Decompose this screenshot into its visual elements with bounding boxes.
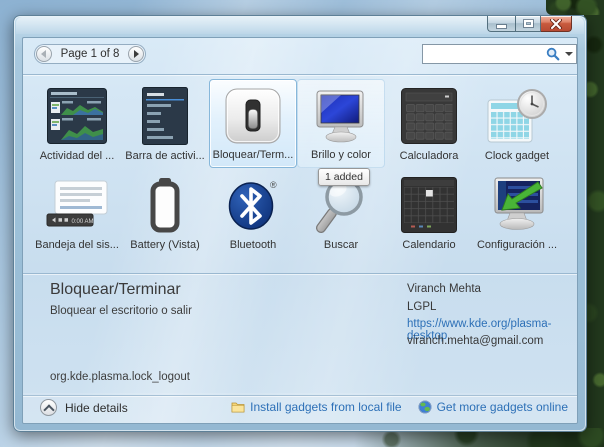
footer-bar: Hide details Install gadgets from local … xyxy=(23,393,577,423)
search-input[interactable] xyxy=(423,46,544,62)
details-email: viranch.mehta@gmail.com xyxy=(407,335,543,347)
gadget-label: Clock gadget xyxy=(485,150,549,162)
calendar-grid-icon xyxy=(401,171,457,239)
wallpaper-foliage-top xyxy=(546,0,604,15)
clock-gadget-icon xyxy=(486,82,548,150)
lock-logout-icon xyxy=(224,83,282,149)
gadget-cell-brillo-y-color[interactable]: Brillo y color xyxy=(297,79,385,168)
gadget-label: Bandeja del sis... xyxy=(35,239,119,251)
gadget-cell-actividad-del[interactable]: Actividad del ... xyxy=(33,79,121,168)
gadget-cell-battery-vista[interactable]: Battery (Vista) xyxy=(121,168,209,257)
details-panel: Bloquear/Terminar Bloquear el escritorio… xyxy=(23,274,577,395)
gadget-cell-barra-de-actividades[interactable]: Barra de activi... xyxy=(121,79,209,168)
gadget-label: Calendario xyxy=(402,239,455,251)
gadget-label: Battery (Vista) xyxy=(130,239,200,251)
chevron-down-icon xyxy=(565,52,573,56)
tray-clock-text: 0:00 AM xyxy=(72,219,94,225)
get-more-online-link[interactable]: Get more gadgets online xyxy=(437,400,568,414)
added-count-badge: 1 added xyxy=(318,168,370,186)
search-icon xyxy=(546,47,560,61)
registered-trademark: ® xyxy=(270,180,277,190)
gadget-label: Buscar xyxy=(324,239,358,251)
arrow-right-icon xyxy=(134,50,139,58)
system-settings-icon xyxy=(486,171,548,239)
close-icon xyxy=(550,19,562,29)
gadget-cell-buscar[interactable]: 1 added Buscar xyxy=(297,168,385,257)
search-button[interactable] xyxy=(544,47,561,61)
minimize-button[interactable] xyxy=(487,16,515,32)
system-tray-icon: 0:00 AM xyxy=(46,171,108,239)
maximize-button[interactable] xyxy=(515,16,541,32)
details-plugin-id: org.kde.plasma.lock_logout xyxy=(50,371,190,383)
search-options-dropdown[interactable] xyxy=(561,52,576,56)
arrow-left-icon xyxy=(41,50,46,58)
gadget-label: Brillo y color xyxy=(311,149,371,161)
calculator-icon xyxy=(401,82,457,150)
gadget-cell-configuracion[interactable]: Configuración ... xyxy=(473,168,561,257)
gadget-label: Actividad del ... xyxy=(40,150,115,162)
brightness-monitor-icon xyxy=(312,83,370,149)
window-controls xyxy=(487,16,572,33)
install-local-link[interactable]: Install gadgets from local file xyxy=(250,400,401,414)
hide-details-button[interactable] xyxy=(40,399,57,416)
gadget-cell-clock-gadget[interactable]: Clock gadget xyxy=(473,79,561,168)
folder-icon xyxy=(231,401,245,413)
gadget-label: Calculadora xyxy=(400,150,459,162)
details-author: Viranch Mehta xyxy=(407,283,481,295)
bluetooth-icon: ® xyxy=(226,171,280,239)
page-navigator: Page 1 of 8 xyxy=(34,44,146,64)
hide-details-label[interactable]: Hide details xyxy=(65,401,128,415)
close-button[interactable] xyxy=(541,16,572,32)
content-pane: Page 1 of 8 xyxy=(22,37,578,424)
details-description: Bloquear el escritorio o salir xyxy=(50,305,192,317)
gadget-cell-bluetooth[interactable]: ® Bluetooth xyxy=(209,168,297,257)
activity-bar-icon xyxy=(142,82,188,150)
widget-explorer-window: Page 1 of 8 xyxy=(13,15,587,432)
footer-links: Install gadgets from local file Get more… xyxy=(231,400,568,414)
gadget-label: Bluetooth xyxy=(230,239,276,251)
gadget-cell-bloquear-terminar[interactable]: Bloquear/Term... xyxy=(209,79,297,168)
gadget-cell-bandeja-del-sistema[interactable]: 0:00 AM Bandeja del sis... xyxy=(33,168,121,257)
maximize-icon xyxy=(524,20,533,27)
previous-page-button[interactable] xyxy=(36,46,52,62)
disk-activity-icon xyxy=(47,82,107,150)
gadget-cell-calculadora[interactable]: Calculadora xyxy=(385,79,473,168)
battery-icon xyxy=(146,171,184,239)
globe-icon xyxy=(418,400,432,414)
page-indicator: Page 1 of 8 xyxy=(61,48,120,60)
chevron-up-icon xyxy=(43,404,54,415)
gadget-label: Barra de activi... xyxy=(125,150,204,162)
search-box xyxy=(422,44,577,64)
gadget-grid: Actividad del ... Barra de activi xyxy=(33,79,561,257)
wallpaper-foliage-right xyxy=(584,0,604,447)
minimize-icon xyxy=(497,25,506,28)
details-title: Bloquear/Terminar xyxy=(50,281,181,299)
details-license: LGPL xyxy=(407,301,436,313)
toolbar-separator xyxy=(23,74,577,75)
gadget-label: Bloquear/Term... xyxy=(213,149,294,161)
gadget-label: Configuración ... xyxy=(477,239,557,251)
gadget-cell-calendario[interactable]: Calendario xyxy=(385,168,473,257)
next-page-button[interactable] xyxy=(128,46,144,62)
